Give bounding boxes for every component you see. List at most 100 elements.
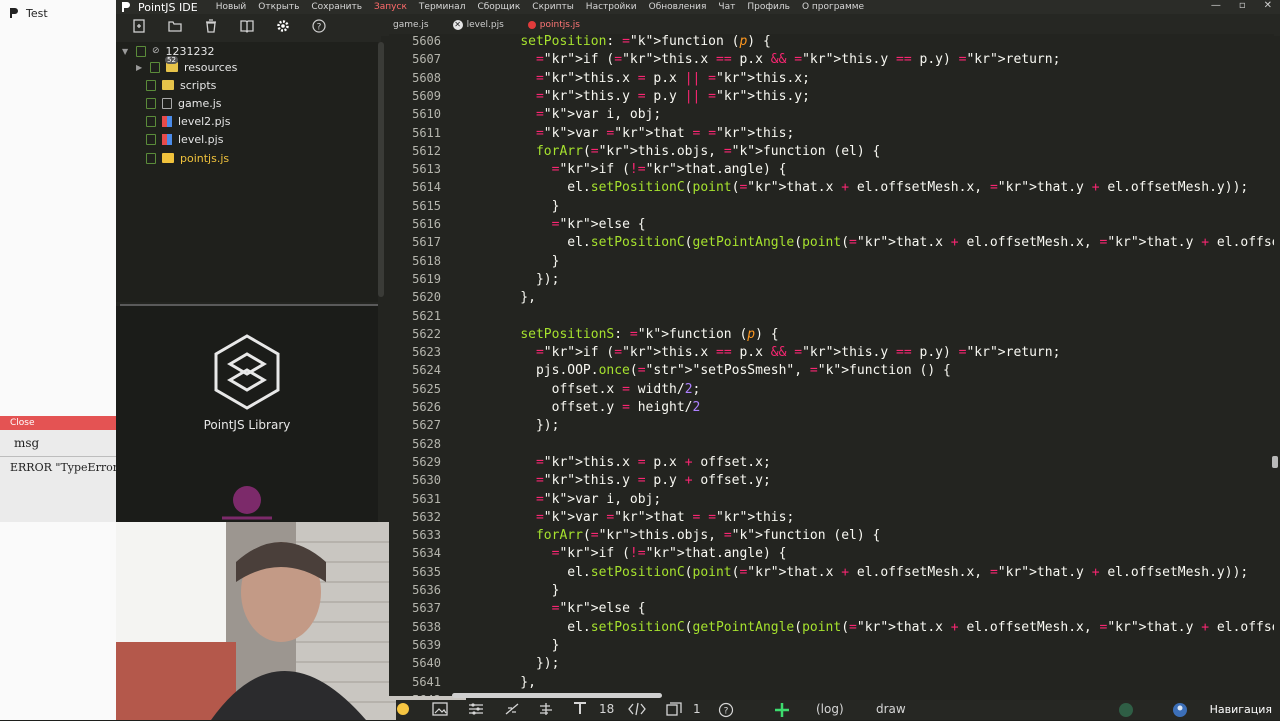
line-value[interactable]: 1 xyxy=(693,702,701,716)
tab-pointjs-js[interactable]: pointjs.js xyxy=(516,14,592,36)
menu-scripts[interactable]: Скрипты xyxy=(526,2,580,12)
menu-terminal[interactable]: Терминал xyxy=(413,2,472,12)
tab-level-pjs[interactable]: ✕ level.pjs xyxy=(441,14,516,36)
code-line[interactable]: } xyxy=(489,638,560,653)
mode-button[interactable]: draw xyxy=(876,702,906,716)
code-line[interactable]: }, xyxy=(489,290,536,305)
tree-item-label: pointjs.js xyxy=(180,151,230,165)
sliders-icon[interactable] xyxy=(468,702,484,719)
code-line[interactable]: ="kr">this.y = p.y + offset.y; xyxy=(489,473,771,488)
code-line[interactable]: } xyxy=(489,583,560,598)
minimize-button[interactable]: — xyxy=(1211,0,1221,11)
tab-label: level.pjs xyxy=(466,20,504,30)
expand-toggle-icon[interactable]: ▼ xyxy=(122,47,130,56)
code-line[interactable]: ="kr">this.x = p.x + offset.x; xyxy=(489,455,771,470)
theme-toggle-icon[interactable] xyxy=(396,702,410,719)
code-line[interactable]: ="kr">this.x = p.x || ="kr">this.x; xyxy=(489,71,810,86)
code-line[interactable]: ="k">var ="kr">that = ="kr">this; xyxy=(489,126,794,141)
code-line[interactable]: }, xyxy=(489,675,536,690)
font-size-icon[interactable] xyxy=(572,701,588,718)
tree-scrollbar[interactable] xyxy=(378,42,384,297)
image-icon[interactable] xyxy=(432,702,448,719)
tree-item-label: level2.pjs xyxy=(178,114,231,128)
maximize-button[interactable]: ▫ xyxy=(1239,0,1246,11)
code-line[interactable]: el.setPositionC(getPointAngle(point(="kr… xyxy=(489,235,1274,250)
line-number: 5639 xyxy=(412,637,441,652)
code-line[interactable]: } xyxy=(489,199,560,214)
menu-open[interactable]: Открыть xyxy=(252,2,305,12)
menu-builder[interactable]: Сборщик xyxy=(471,2,526,12)
tree-item-resources[interactable]: ▶ resources xyxy=(136,58,237,76)
code-line[interactable]: ="k">var i, obj; xyxy=(489,492,661,507)
close-window-button[interactable]: ✕ xyxy=(1264,0,1272,11)
close-tab-icon[interactable]: ✕ xyxy=(452,20,463,30)
menu-about[interactable]: О программе xyxy=(796,2,870,12)
code-line[interactable]: pjs.OOP.once(="str">"setPosSmesh", ="k">… xyxy=(489,363,951,378)
add-icon[interactable] xyxy=(774,702,790,721)
code-icon[interactable] xyxy=(628,702,646,719)
code-line[interactable]: setPositionS: ="k">function (p) { xyxy=(489,327,778,342)
code-line[interactable]: }); xyxy=(489,656,560,671)
editor-horizontal-scrollbar[interactable] xyxy=(452,693,662,698)
navigation-label[interactable]: Навигация xyxy=(1210,703,1272,716)
log-button[interactable]: (log) xyxy=(816,702,844,716)
menu-profile[interactable]: Профиль xyxy=(741,2,796,12)
line-number: 5615 xyxy=(412,198,441,213)
code-line[interactable]: offset.x = width/2; xyxy=(489,382,701,397)
run-status-icon[interactable] xyxy=(1118,702,1134,721)
file-icon xyxy=(150,61,160,73)
code-line[interactable]: forArr(="kr">this.objs, ="k">function (e… xyxy=(489,144,880,159)
editor-tabs: game.js ✕ level.pjs pointjs.js xyxy=(381,14,1280,36)
align-icon[interactable] xyxy=(538,702,554,719)
help-icon[interactable]: ? xyxy=(312,19,326,37)
editor-vertical-scrollbar[interactable] xyxy=(1272,456,1278,468)
code-line[interactable]: }); xyxy=(489,272,560,287)
tree-item-pointjs-js[interactable]: pointjs.js xyxy=(146,149,229,167)
log-icon[interactable] xyxy=(504,702,520,719)
new-folder-icon[interactable] xyxy=(168,19,182,37)
new-file-icon[interactable] xyxy=(132,19,146,37)
code-line[interactable]: } xyxy=(489,254,560,269)
test-window-title: Test xyxy=(26,6,48,20)
code-line[interactable]: ="k">var i, obj; xyxy=(489,107,661,122)
code-line[interactable]: ="kr">if (="kr">this.x == p.x && ="kr">t… xyxy=(489,345,1060,360)
code-line[interactable]: ="kr">if (="kr">this.x == p.x && ="kr">t… xyxy=(489,52,1060,67)
tree-item-level-pjs[interactable]: level.pjs xyxy=(146,130,223,148)
code-line[interactable]: ="kr">this.y = p.y || ="kr">this.y; xyxy=(489,89,810,104)
code-editor[interactable]: 5606 setPosition: ="k">function (p) {560… xyxy=(389,34,1274,696)
code-line[interactable]: ="kr">if (!="kr">that.angle) { xyxy=(489,546,787,561)
code-line[interactable]: ="k">var ="kr">that = ="kr">this; xyxy=(489,510,794,525)
font-size-value[interactable]: 18 xyxy=(599,702,614,716)
code-line[interactable]: el.setPositionC(getPointAngle(point(="kr… xyxy=(489,620,1274,635)
book-icon[interactable] xyxy=(240,19,254,37)
code-line[interactable]: el.setPositionC(point(="kr">that.x + el.… xyxy=(489,565,1248,580)
tree-item-game-js[interactable]: game.js xyxy=(146,94,222,112)
code-line[interactable]: setPosition: ="k">function (p) { xyxy=(489,34,770,49)
menu-updates[interactable]: Обновления xyxy=(643,2,713,12)
menu-chat[interactable]: Чат xyxy=(712,2,741,12)
gear-icon[interactable] xyxy=(276,19,290,37)
code-line[interactable]: forArr(="kr">this.objs, ="k">function (e… xyxy=(489,528,880,543)
close-button[interactable]: Close xyxy=(0,416,116,430)
code-line[interactable]: el.setPositionC(point(="kr">that.x + el.… xyxy=(489,180,1248,195)
code-line[interactable]: ="kr">else { xyxy=(489,601,646,616)
tree-item-level2-pjs[interactable]: level2.pjs xyxy=(146,112,230,130)
line-number: 5623 xyxy=(412,345,441,360)
panels-icon[interactable] xyxy=(666,702,682,719)
menu-new[interactable]: Новый xyxy=(210,2,253,12)
help-icon[interactable]: ? xyxy=(718,702,734,721)
expand-toggle-icon[interactable]: ▶ xyxy=(136,63,144,72)
code-line[interactable]: offset.y = height/2 xyxy=(489,400,701,415)
library-decoration-icon xyxy=(222,486,272,520)
code-line[interactable]: }); xyxy=(489,418,560,433)
menu-run[interactable]: Запуск xyxy=(368,2,413,12)
menu-settings[interactable]: Настройки xyxy=(580,2,643,12)
tree-item-scripts[interactable]: scripts xyxy=(146,76,216,94)
line-number: 5628 xyxy=(412,436,441,451)
code-line[interactable]: ="kr">if (!="kr">that.angle) { xyxy=(489,162,787,177)
menu-save[interactable]: Сохранить xyxy=(305,2,368,12)
user-icon[interactable] xyxy=(1172,702,1188,721)
code-line[interactable]: ="kr">else { xyxy=(489,217,646,232)
tab-game-js[interactable]: game.js xyxy=(381,14,441,36)
delete-icon[interactable] xyxy=(204,19,218,37)
